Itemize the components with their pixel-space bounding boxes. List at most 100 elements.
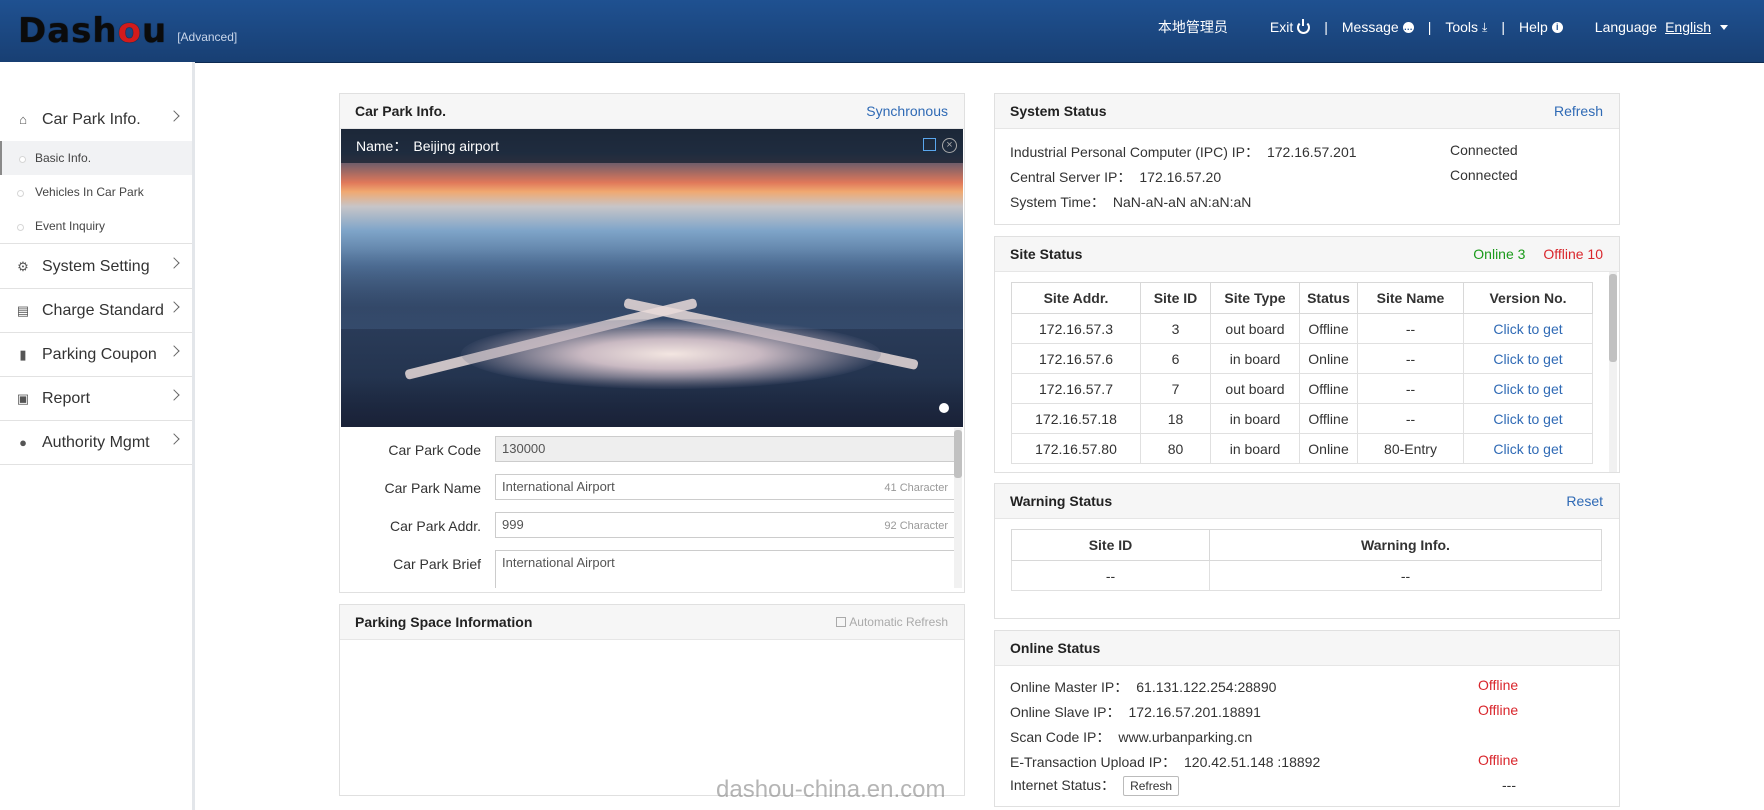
scan-code-ip-value: www.urbanparking.cn	[1118, 729, 1253, 745]
chat-icon: …	[1402, 21, 1414, 33]
column-header: Warning Info.	[1209, 529, 1602, 561]
column-header: Site ID	[1140, 282, 1211, 314]
edit-image-icon[interactable]	[923, 138, 936, 151]
top-bar: Dashou [Advanced] 本地管理员 Exit | Message ……	[0, 0, 1764, 63]
site-id-cell: 6	[1140, 343, 1211, 374]
site-addr-cell: 172.16.57.3	[1011, 313, 1141, 344]
status-cell: Online	[1299, 343, 1358, 374]
ipc-ip-line: Industrial Personal Computer (IPC) IP： 17…	[1010, 142, 1357, 162]
system-time-label: System Time：	[1010, 194, 1105, 210]
car-park-name-label: Car Park Name	[384, 480, 481, 496]
site-addr-cell: 172.16.57.6	[1011, 343, 1141, 374]
sidebar-group-charge-standard: ▤ Charge Standard	[0, 289, 192, 333]
column-header: Site ID	[1011, 529, 1210, 561]
sidebar-group-parking-coupon: ▮ Parking Coupon	[0, 333, 192, 377]
logo-subtitle: [Advanced]	[177, 30, 238, 44]
car-park-addr-input[interactable]: 999 92 Character	[495, 512, 955, 538]
column-header: Status	[1299, 282, 1358, 314]
language-selector[interactable]: Language English	[1595, 19, 1728, 35]
car-park-addr-label: Car Park Addr.	[389, 518, 481, 534]
ipc-status: Connected	[1450, 142, 1518, 158]
site-type-cell: in board	[1210, 433, 1300, 464]
site-id-cell: --	[1011, 560, 1210, 591]
car-park-name-value: International Airport	[502, 479, 615, 494]
table-row: 172.16.57.6 6 in board Online -- Click t…	[1011, 343, 1593, 374]
site-status-scrollbar[interactable]	[1609, 272, 1617, 472]
sidebar-item-authority-mgmt[interactable]: ● Authority Mgmt	[0, 421, 192, 464]
table-row: 172.16.57.3 3 out board Offline -- Click…	[1011, 313, 1593, 344]
sidebar-subitem-event-inquiry[interactable]: Event Inquiry	[0, 209, 192, 243]
message-button[interactable]: Message …	[1342, 19, 1414, 35]
nav-separator: |	[1427, 19, 1432, 35]
sidebar-item-car-park-info[interactable]: ⌂ Car Park Info.	[0, 98, 192, 141]
sidebar-subitem-basic-info[interactable]: Basic Info.	[0, 141, 192, 175]
sidebar-item-label: Report	[42, 389, 91, 407]
close-icon[interactable]: ×	[942, 138, 957, 153]
status-cell: Offline	[1299, 373, 1358, 404]
help-button[interactable]: Help i	[1519, 19, 1563, 35]
photo-actions: ×	[923, 138, 957, 153]
sidebar-item-report[interactable]: ▣ Report	[0, 377, 192, 420]
report-icon: ▣	[16, 390, 30, 406]
reset-link[interactable]: Reset	[1566, 493, 1603, 509]
internet-refresh-button[interactable]: Refresh	[1123, 776, 1180, 796]
sidebar-subitem-vehicles-in-car-park[interactable]: Vehicles In Car Park	[0, 175, 192, 209]
click-to-get-link[interactable]: Click to get	[1463, 313, 1593, 344]
scan-code-ip-label: Scan Code IP：	[1010, 729, 1111, 745]
online-master-ip-line: Online Master IP： 61.131.122.254:28890	[1010, 677, 1276, 697]
refresh-link[interactable]: Refresh	[1554, 103, 1603, 119]
watermark: dashou-china.en.com	[716, 776, 946, 803]
coupon-icon: ▮	[19, 346, 27, 362]
status-cell: Offline	[1299, 403, 1358, 434]
table-row: 172.16.57.7 7 out board Offline -- Click…	[1011, 373, 1593, 404]
click-to-get-link[interactable]: Click to get	[1463, 403, 1593, 434]
panel-title: System Status	[1010, 103, 1107, 119]
panel-header: Online Status	[995, 631, 1619, 666]
panel-header: System Status Refresh	[995, 94, 1619, 129]
carousel-dot[interactable]	[939, 403, 949, 413]
tools-button[interactable]: Tools ⤓	[1445, 19, 1487, 35]
form-scrollbar[interactable]	[954, 428, 962, 588]
exit-button[interactable]: Exit	[1270, 18, 1311, 35]
online-master-ip-label: Online Master IP：	[1010, 679, 1129, 695]
e-transaction-ip-label: E-Transaction Upload IP：	[1010, 754, 1176, 770]
automatic-refresh-checkbox[interactable]: Automatic Refresh	[836, 615, 948, 629]
internet-status-value: ---	[1502, 777, 1516, 793]
lock-icon: ●	[19, 435, 27, 450]
warning-status-table: Site ID Warning Info. -- --	[1011, 529, 1602, 591]
status-cell: Offline	[1299, 313, 1358, 344]
site-id-cell: 3	[1140, 313, 1211, 344]
chevron-right-icon	[168, 110, 180, 122]
e-transaction-status: Offline	[1478, 752, 1519, 768]
click-to-get-link[interactable]: Click to get	[1463, 433, 1593, 464]
online-master-ip-value: 61.131.122.254:28890	[1136, 679, 1277, 695]
parking-space-panel: Parking Space Information Automatic Refr…	[339, 604, 965, 796]
tools-label: Tools	[1445, 19, 1479, 35]
sidebar-item-system-setting[interactable]: ⚙ System Setting	[0, 245, 192, 288]
car-park-brief-textarea[interactable]: International Airport	[495, 550, 955, 588]
site-name-cell: --	[1357, 373, 1464, 404]
panel-title: Warning Status	[1010, 493, 1113, 509]
click-to-get-link[interactable]: Click to get	[1463, 373, 1593, 404]
user-name[interactable]: 本地管理员	[1158, 17, 1228, 37]
scrollbar-thumb[interactable]	[1609, 274, 1617, 362]
central-server-ip-line: Central Server IP： 172.16.57.20	[1010, 167, 1221, 187]
sidebar-item-charge-standard[interactable]: ▤ Charge Standard	[0, 289, 192, 332]
sidebar-group-report: ▣ Report	[0, 377, 192, 421]
message-label: Message	[1341, 19, 1399, 35]
scrollbar-thumb[interactable]	[954, 430, 962, 478]
column-header: Version No.	[1463, 282, 1593, 314]
car-park-brief-label: Car Park Brief	[393, 556, 481, 572]
synchronous-link[interactable]: Synchronous	[866, 103, 948, 119]
car-park-name-input[interactable]: International Airport 41 Character	[495, 474, 955, 500]
sidebar-item-label: Car Park Info.	[42, 110, 141, 128]
table-row: -- --	[1011, 560, 1602, 591]
online-master-status: Offline	[1478, 677, 1519, 693]
book-icon: ▤	[16, 302, 30, 318]
site-addr-cell: 172.16.57.80	[1011, 433, 1141, 464]
panel-header: Car Park Info. Synchronous	[340, 94, 964, 129]
click-to-get-link[interactable]: Click to get	[1463, 343, 1593, 374]
sidebar-item-parking-coupon[interactable]: ▮ Parking Coupon	[0, 333, 192, 376]
sidebar: ⌂ Car Park Info. Basic Info. Vehicles In…	[0, 62, 195, 810]
panel-title: Car Park Info.	[355, 103, 447, 119]
